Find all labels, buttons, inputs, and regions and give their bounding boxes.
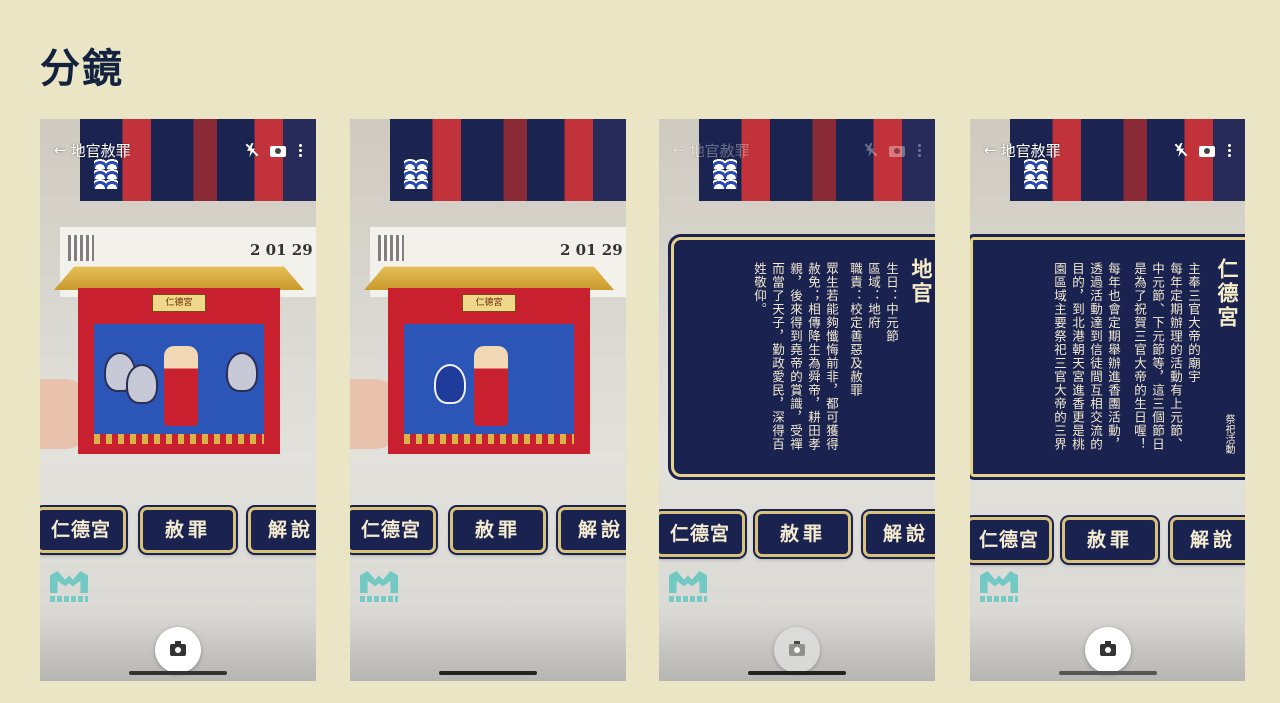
back-button[interactable]: ← 地官赦罪 — [54, 140, 131, 161]
info-side-note: 祭祀活動 — [1223, 414, 1234, 454]
info-line: 每年也會定期舉辦進香團活動， — [1106, 262, 1121, 451]
ghost-figure — [434, 364, 466, 404]
info-line: 赦免；相傳降生為舜帝，耕田孝 — [806, 262, 821, 451]
info-line: 目的，到北港朝天宮進香更是桃 — [1070, 262, 1085, 451]
flash-off-icon[interactable] — [244, 143, 258, 157]
brand-logo — [360, 571, 400, 607]
more-icon[interactable] — [298, 143, 302, 157]
info-text: 主奉三官大帝的廟宇 每年定期辦理的活動有上元節、 中元節、下元節等，這三個節日 … — [1050, 262, 1202, 462]
brand-logo — [50, 571, 90, 607]
info-line: 姓敬仰。 — [752, 262, 767, 316]
back-arrow-icon: ← — [673, 140, 686, 159]
camera-switch-icon[interactable] — [270, 145, 286, 157]
btn-absolution[interactable]: 赦罪 — [1062, 517, 1158, 563]
flash-off-icon[interactable] — [1173, 143, 1187, 157]
phone-screen-2: 2 01 29 仁德宮 仁德宮 赦罪 解說 — [350, 119, 626, 681]
back-arrow-icon: ← — [54, 140, 67, 159]
page-title: 分鏡 — [40, 46, 124, 92]
info-line: 親，後來得到堯帝的賞識，受禪 — [788, 262, 803, 451]
camera-switch-icon[interactable] — [889, 145, 905, 157]
info-line: 園區域主要祭祀三官大帝的三界 — [1052, 262, 1067, 451]
temple-sign: 仁德宮 — [462, 294, 516, 312]
ghost-figure — [126, 364, 158, 404]
home-indicator — [1058, 671, 1157, 675]
shutter-button[interactable] — [155, 627, 201, 673]
back-button[interactable]: ← 地官赦罪 — [984, 140, 1061, 161]
info-line: 主奉三官大帝的廟宇 — [1186, 262, 1201, 384]
shutter-button[interactable] — [1084, 627, 1131, 673]
btn-absolution[interactable]: 赦罪 — [755, 511, 851, 557]
ghost-figure — [226, 352, 258, 392]
phone-screen-1: 2 01 29 仁德宮 ← 地官赦罪 仁德宮 赦罪 解說 — [40, 119, 316, 681]
qr-code — [68, 235, 94, 261]
home-indicator — [439, 671, 537, 675]
phone-screen-3: 地官 生日：中元節 區域：地府 職責：校定善惡及赦罪 眾生若能夠懺悔前非，都可獲… — [659, 119, 935, 681]
btn-absolution[interactable]: 赦罪 — [450, 507, 546, 553]
top-bar: ← 地官赦罪 — [54, 139, 302, 161]
btn-explain[interactable]: 解說 — [248, 507, 316, 553]
top-bar: ← 地官赦罪 — [984, 139, 1231, 161]
temple-card: 仁德宮 — [54, 264, 304, 454]
info-line: 眾生若能夠懺悔前非，都可獲得 — [824, 262, 839, 451]
back-label: 地官赦罪 — [1000, 141, 1061, 160]
btn-temple[interactable]: 仁德宮 — [350, 507, 436, 553]
poster-date: 2 01 29 — [250, 241, 313, 259]
camera-icon — [170, 641, 186, 656]
top-bar: ← 地官赦罪 — [673, 139, 921, 161]
more-icon[interactable] — [1227, 143, 1231, 157]
camera-switch-icon[interactable] — [1199, 145, 1215, 157]
back-button[interactable]: ← 地官赦罪 — [673, 140, 750, 161]
temple-card: 仁德宮 — [364, 264, 614, 454]
deity-figure — [164, 346, 198, 426]
home-indicator — [748, 671, 846, 675]
camera-icon — [1099, 641, 1116, 656]
brand-logo — [980, 571, 1020, 607]
qr-code — [378, 235, 404, 261]
back-label: 地官赦罪 — [689, 141, 750, 160]
camera-icon — [789, 641, 805, 656]
temple-sign: 仁德宮 — [152, 294, 206, 312]
info-line: 而當了天子，勤政愛民，深得百 — [770, 262, 785, 451]
phone-screen-4: 仁德宮 主奉三官大帝的廟宇 每年定期辦理的活動有上元節、 中元節、下元節等，這三… — [970, 119, 1245, 681]
info-line: 職責：校定善惡及赦罪 — [848, 262, 863, 397]
costume-photo — [390, 119, 626, 201]
poster-date: 2 01 29 — [560, 241, 623, 259]
info-title: 仁德宮 — [1215, 258, 1240, 330]
info-card-rendegong: 仁德宮 主奉三官大帝的廟宇 每年定期辦理的活動有上元節、 中元節、下元節等，這三… — [970, 237, 1245, 477]
info-text: 生日：中元節 區域：地府 職責：校定善惡及赦罪 眾生若能夠懺悔前非，都可獲得 赦… — [750, 262, 900, 462]
deity-figure — [474, 346, 508, 426]
btn-explain[interactable]: 解說 — [1170, 517, 1245, 563]
info-card-diguan: 地官 生日：中元節 區域：地府 職責：校定善惡及赦罪 眾生若能夠懺悔前非，都可獲… — [671, 237, 935, 477]
info-line: 區域：地府 — [866, 262, 881, 330]
flash-off-icon[interactable] — [863, 143, 877, 157]
btn-explain[interactable]: 解說 — [558, 507, 626, 553]
btn-temple[interactable]: 仁德宮 — [40, 507, 126, 553]
btn-explain[interactable]: 解說 — [863, 511, 935, 557]
info-line: 是為了祝賀三官大帝的生日喔！ — [1132, 262, 1147, 451]
info-line: 中元節、下元節等，這三個節日 — [1150, 262, 1165, 451]
home-indicator — [129, 671, 227, 675]
info-line: 每年定期辦理的活動有上元節、 — [1168, 262, 1183, 451]
btn-temple[interactable]: 仁德宮 — [970, 517, 1052, 563]
btn-temple[interactable]: 仁德宮 — [659, 511, 745, 557]
info-line: 透過活動達到信徒間互相交流的 — [1088, 262, 1103, 451]
back-label: 地官赦罪 — [70, 141, 131, 160]
btn-absolution[interactable]: 赦罪 — [140, 507, 236, 553]
back-arrow-icon: ← — [984, 140, 997, 159]
info-line: 生日：中元節 — [884, 262, 899, 343]
brand-logo — [669, 571, 709, 607]
shutter-button[interactable] — [774, 627, 820, 673]
more-icon[interactable] — [917, 143, 921, 157]
info-title: 地官 — [909, 258, 934, 306]
